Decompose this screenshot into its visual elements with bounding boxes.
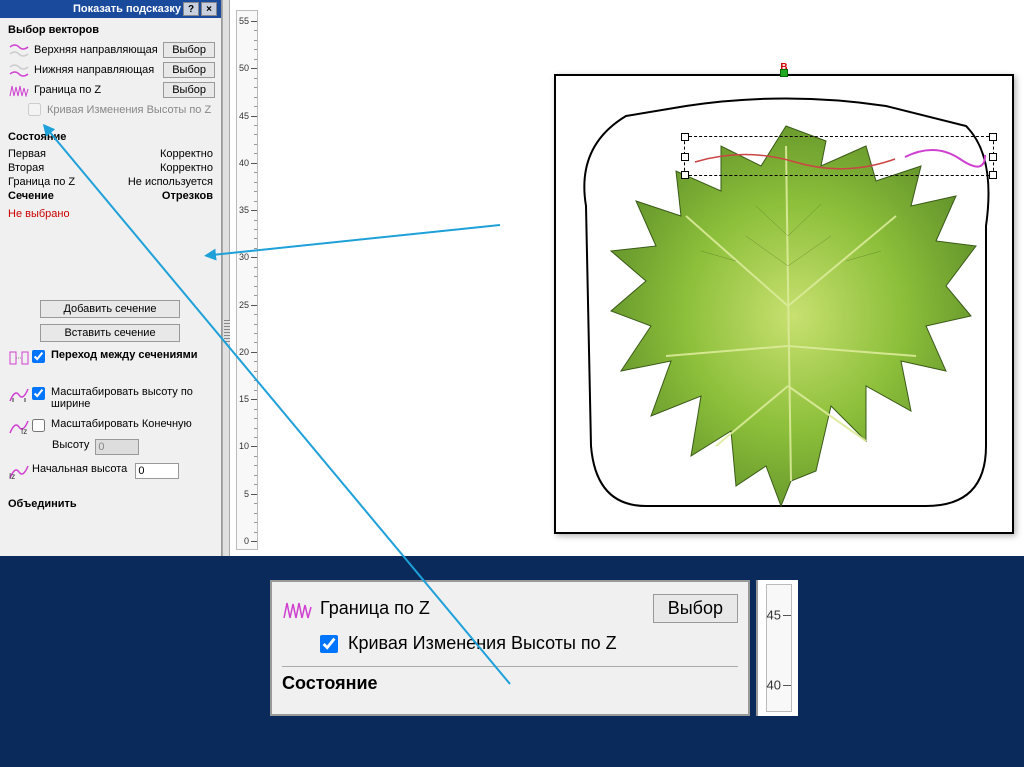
status-row: Граница по ZНе используется	[8, 175, 213, 189]
status-section: СечениеОтрезков	[8, 189, 213, 203]
document-frame[interactable]: B	[554, 74, 1014, 534]
scale-final-icon: Iz	[6, 418, 32, 435]
scale-final-checkbox[interactable]	[32, 419, 45, 432]
z-curve-label: Кривая Изменения Высоты по Z	[47, 104, 211, 116]
scale-width-checkbox[interactable]	[32, 387, 45, 400]
close-button[interactable]: ×	[201, 2, 217, 16]
transition-option: Переход между сечениями	[0, 345, 221, 370]
upper-guide-icon	[6, 43, 32, 57]
z-boundary-icon	[282, 598, 320, 620]
zoom-curve-checkbox[interactable]	[320, 635, 338, 653]
vector-row-upper: Верхняя направляющая Выбор	[0, 40, 221, 60]
select-button[interactable]: Выбор	[163, 42, 215, 58]
zoom-separator	[282, 666, 738, 667]
combine-title: Объединить	[0, 492, 221, 514]
transition-checkbox[interactable]	[32, 350, 45, 363]
select-button[interactable]: Выбор	[163, 82, 215, 98]
selection-handle[interactable]	[681, 153, 689, 161]
selection-box[interactable]	[684, 136, 994, 176]
zoom-row-label: Граница по Z	[320, 598, 653, 619]
lower-guide-icon	[6, 63, 32, 77]
vector-label: Нижняя направляющая	[32, 64, 163, 76]
marker-handle[interactable]	[780, 69, 788, 77]
z-boundary-icon	[6, 83, 32, 97]
zoom-ruler: 4540	[756, 580, 798, 716]
zoom-panel: Граница по Z Выбор Кривая Изменения Высо…	[270, 580, 750, 716]
select-button[interactable]: Выбор	[163, 62, 215, 78]
vertical-ruler-area: 5550454035302520151050	[230, 0, 272, 556]
help-button[interactable]: ?	[183, 2, 199, 16]
add-section-button[interactable]: Добавить сечение	[40, 300, 180, 318]
selection-handle[interactable]	[681, 171, 689, 179]
svg-text:Iz: Iz	[9, 472, 15, 480]
start-height-input[interactable]	[135, 463, 179, 479]
hint-label: Показать подсказку	[73, 3, 181, 15]
selection-handle[interactable]	[989, 153, 997, 161]
canvas-area[interactable]: B	[272, 0, 1024, 556]
z-curve-checkbox[interactable]	[28, 103, 41, 116]
panel-splitter[interactable]	[222, 0, 230, 556]
vertical-ruler: 5550454035302520151050	[236, 10, 258, 550]
transition-icon	[6, 349, 32, 366]
z-curve-checkbox-row: Кривая Изменения Высоты по Z	[0, 100, 221, 119]
selection-handle[interactable]	[989, 171, 997, 179]
zoom-z-boundary-row: Граница по Z Выбор	[282, 590, 738, 627]
zoom-select-button[interactable]: Выбор	[653, 594, 738, 623]
zoom-curve-label: Кривая Изменения Высоты по Z	[348, 633, 617, 654]
vector-row-lower: Нижняя направляющая Выбор	[0, 60, 221, 80]
vectors-title: Выбор векторов	[0, 18, 221, 40]
status-title: Состояние	[8, 131, 213, 147]
insert-section-button[interactable]: Вставить сечение	[40, 324, 180, 342]
svg-text:Iz: Iz	[21, 427, 27, 435]
start-height-option: Iz Начальная высота	[0, 459, 221, 484]
status-row: ПерваяКорректно	[8, 147, 213, 161]
vector-label: Верхняя направляющая	[32, 44, 163, 56]
hint-bar: Показать подсказку ? ×	[0, 0, 221, 18]
status-block: Состояние ПерваяКорректно ВтораяКорректн…	[0, 127, 221, 207]
final-height-input	[95, 439, 139, 455]
start-height-icon: Iz	[6, 463, 32, 480]
selection-handle[interactable]	[681, 133, 689, 141]
vector-row-z-boundary: Граница по Z Выбор	[0, 80, 221, 100]
selection-handle[interactable]	[989, 133, 997, 141]
no-selection-label: Не выбрано	[0, 207, 221, 221]
scale-width-icon	[6, 386, 32, 403]
status-row: ВтораяКорректно	[8, 161, 213, 175]
final-height-row: Высоту	[0, 439, 221, 459]
zoom-status-title: Состояние	[282, 671, 738, 694]
side-panel: Показать подсказку ? × Выбор векторов Ве…	[0, 0, 222, 556]
vector-label: Граница по Z	[32, 84, 163, 96]
scale-final-option: Iz Масштабировать Конечную	[0, 414, 221, 439]
scale-width-option: Масштабировать высоту по ширине	[0, 382, 221, 414]
zoom-curve-checkbox-row: Кривая Изменения Высоты по Z	[282, 627, 738, 660]
